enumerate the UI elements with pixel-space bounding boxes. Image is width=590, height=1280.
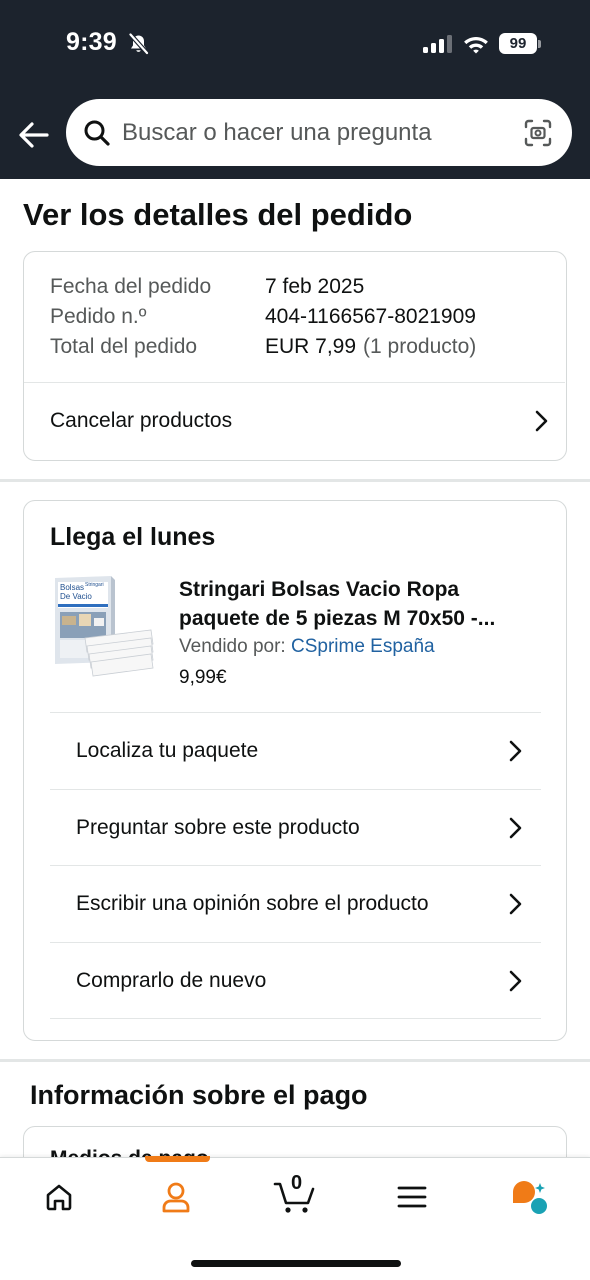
order-total-row: Total del pedido EUR 7,99 (1 producto) <box>50 335 476 359</box>
menu-icon <box>397 1186 427 1208</box>
track-package-label: Localiza tu paquete <box>76 739 259 762</box>
image-brand-text: Stringari <box>85 582 104 588</box>
bell-muted-icon <box>128 33 149 60</box>
order-date-row: Fecha del pedido 7 feb 2025 <box>50 275 364 299</box>
image-text-line1: Bolsas <box>60 583 84 592</box>
app-header: 9:39 99 <box>0 0 590 179</box>
tab-cart[interactable]: 0 <box>265 1172 325 1220</box>
product-title-link[interactable]: Stringari Bolsas Vacio Ropa paquete de 5… <box>179 575 539 633</box>
cart-count: 0 <box>291 1172 303 1194</box>
chevron-right-icon <box>535 410 548 432</box>
order-total-value: EUR 7,99 <box>265 335 357 358</box>
chevron-right-icon <box>509 893 522 915</box>
active-tab-indicator <box>145 1156 210 1162</box>
buy-again-label: Comprarlo de nuevo <box>76 969 267 992</box>
seller-link[interactable]: CSprime España <box>291 636 435 657</box>
product-image[interactable]: Bolsas De Vacio Stringari <box>51 574 155 678</box>
account-icon <box>162 1182 190 1213</box>
order-date-label: Fecha del pedido <box>50 275 212 298</box>
order-number-value: 404-1166567-8021909 <box>265 305 476 328</box>
ask-product-question-button[interactable]: Preguntar sobre este producto <box>76 790 522 866</box>
tab-menu[interactable] <box>382 1174 442 1220</box>
section-divider <box>0 1059 590 1062</box>
write-review-label: Escribir una opinión sobre el producto <box>76 892 429 915</box>
cancel-items-button[interactable]: Cancelar productos <box>50 383 548 459</box>
order-summary-card: Fecha del pedido 7 feb 2025 Pedido n.º 4… <box>23 251 567 461</box>
tab-rufus-assistant[interactable] <box>500 1174 560 1220</box>
wifi-icon <box>462 33 490 59</box>
buy-again-button[interactable]: Comprarlo de nuevo <box>76 943 522 1019</box>
chevron-right-icon <box>509 817 522 839</box>
page-title: Ver los detalles del pedido <box>23 197 413 232</box>
image-text-line2: De Vacio <box>60 592 92 601</box>
chevron-right-icon <box>509 740 522 762</box>
status-time: 9:39 <box>66 28 117 56</box>
battery-icon: 99 <box>499 33 537 54</box>
cancel-items-label: Cancelar productos <box>50 409 233 432</box>
product-price: 9,99€ <box>179 667 227 688</box>
shipment-card: Llega el lunes Bolsas De Vacio Stringari… <box>23 500 567 1041</box>
section-divider <box>0 479 590 482</box>
ask-product-question-label: Preguntar sobre este producto <box>76 816 360 839</box>
order-date-value: 7 feb 2025 <box>265 275 365 298</box>
write-review-button[interactable]: Escribir una opinión sobre el producto <box>76 866 522 942</box>
camera-scan-icon[interactable] <box>523 118 553 153</box>
order-item-count: (1 producto) <box>363 335 477 358</box>
delivery-status-title: Llega el lunes <box>50 523 216 551</box>
rufus-icon <box>513 1181 547 1214</box>
search-bar[interactable] <box>66 99 572 166</box>
back-arrow-icon <box>19 122 49 148</box>
seller-line: Vendido por: CSprime España <box>179 636 435 658</box>
back-button[interactable] <box>14 115 54 155</box>
home-indicator <box>191 1260 401 1267</box>
chevron-right-icon <box>509 970 522 992</box>
battery-tip <box>538 40 541 48</box>
payment-info-title: Información sobre el pago <box>30 1080 368 1110</box>
order-number-label: Pedido n.º <box>50 305 147 328</box>
seller-prefix: Vendido por: <box>179 636 286 657</box>
tab-account[interactable] <box>146 1174 206 1220</box>
track-package-button[interactable]: Localiza tu paquete <box>76 713 522 789</box>
search-input[interactable] <box>122 113 512 153</box>
search-icon <box>83 119 111 152</box>
cellular-signal-icon <box>423 35 452 53</box>
home-icon <box>46 1184 72 1211</box>
divider <box>50 1018 541 1019</box>
order-number-row: Pedido n.º 404-1166567-8021909 <box>50 305 476 329</box>
order-total-label: Total del pedido <box>50 335 198 358</box>
tab-home[interactable] <box>29 1174 89 1220</box>
